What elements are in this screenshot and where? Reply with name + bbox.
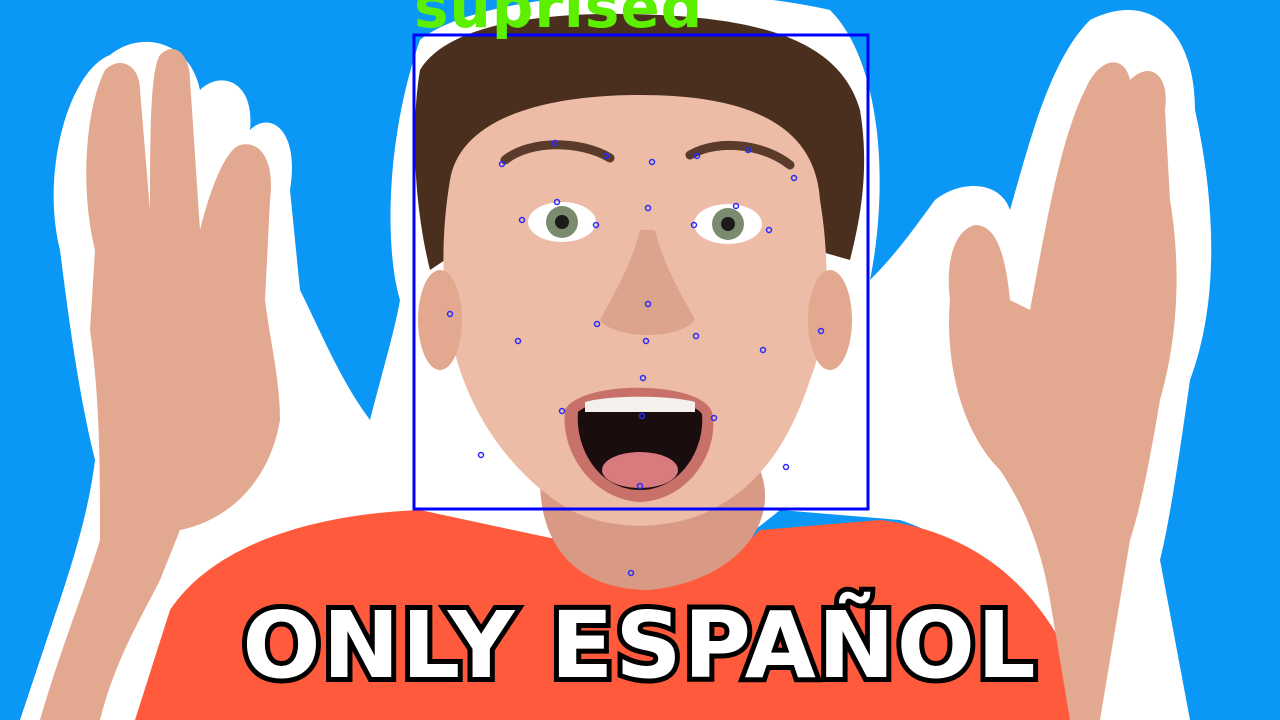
right-eye bbox=[694, 204, 762, 244]
emotion-label: suprised bbox=[414, 0, 704, 41]
left-ear bbox=[418, 270, 462, 370]
left-eye bbox=[528, 202, 596, 242]
caption-text: ONLY ESPAÑOL bbox=[237, 592, 1040, 699]
right-ear bbox=[808, 270, 852, 370]
